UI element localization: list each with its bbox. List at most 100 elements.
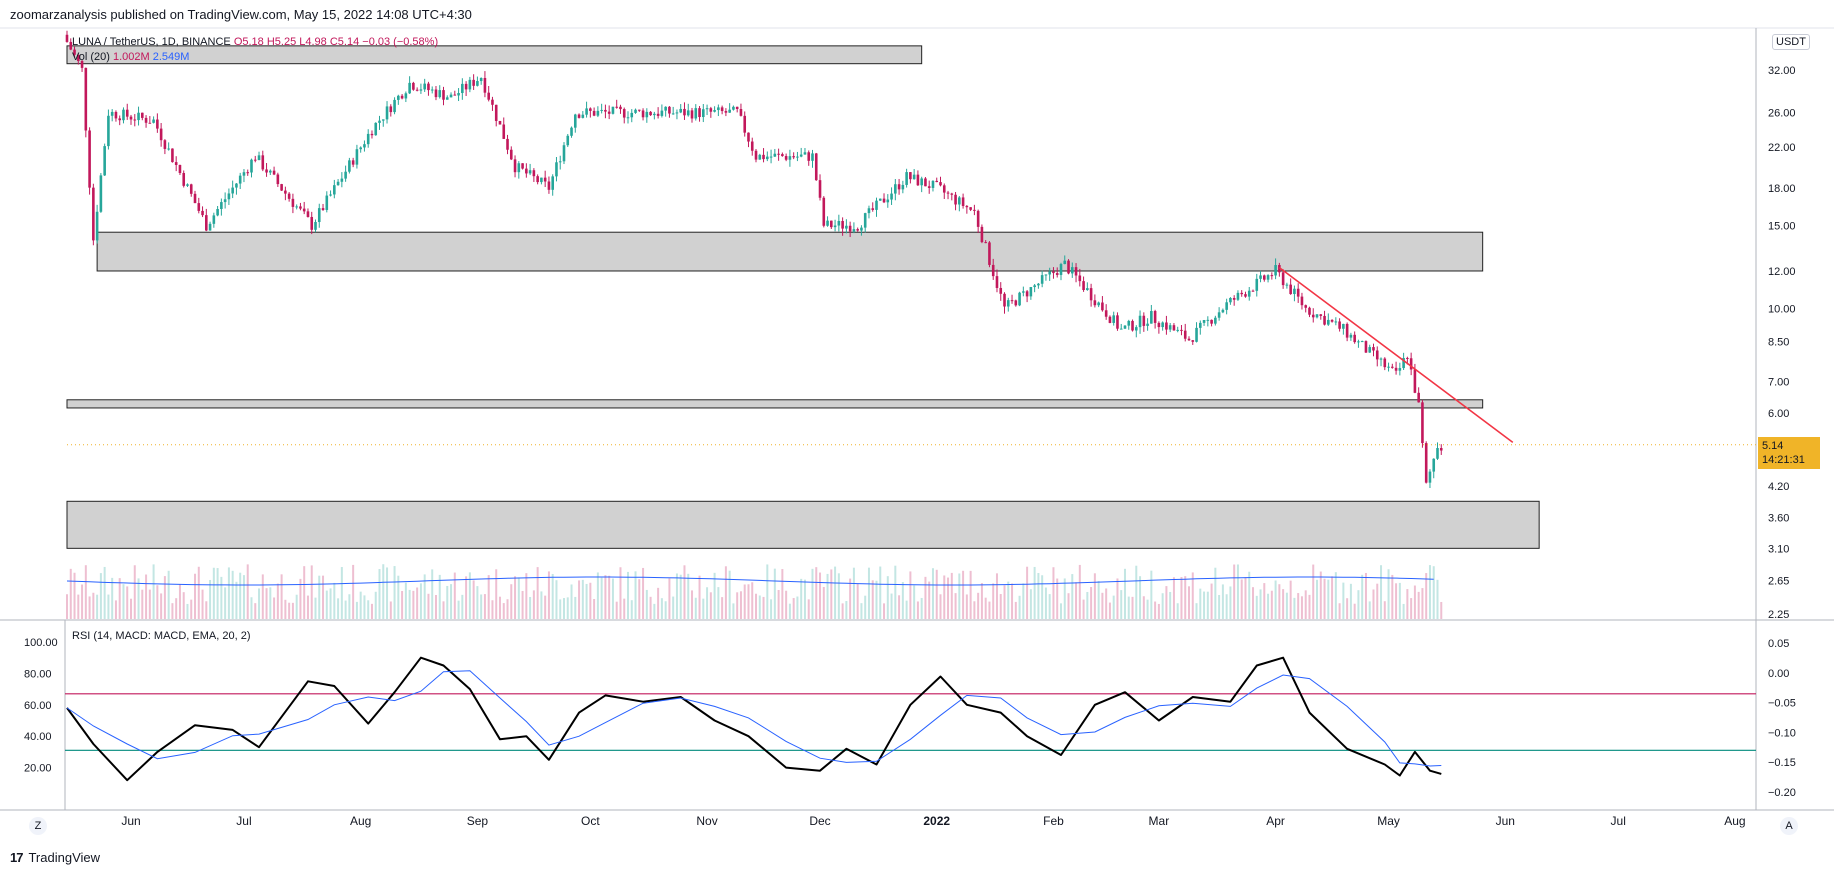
support-zone-2[interactable] bbox=[66, 399, 1484, 409]
candle-body[interactable] bbox=[1022, 291, 1025, 293]
candle-body[interactable] bbox=[724, 111, 728, 113]
candle-body[interactable] bbox=[397, 95, 400, 100]
candle-body[interactable] bbox=[852, 229, 856, 232]
candle-body[interactable] bbox=[257, 155, 261, 161]
candle-body[interactable] bbox=[99, 175, 103, 212]
candle-body[interactable] bbox=[261, 155, 265, 170]
candle-body[interactable] bbox=[1187, 338, 1191, 341]
candle-body[interactable] bbox=[1360, 341, 1364, 343]
candle-body[interactable] bbox=[637, 109, 641, 111]
volume-label[interactable]: Vol (20) bbox=[72, 51, 110, 63]
candle-body[interactable] bbox=[1217, 312, 1221, 318]
candle-body[interactable] bbox=[1138, 315, 1142, 328]
candle-body[interactable] bbox=[137, 112, 140, 121]
candle-body[interactable] bbox=[573, 114, 577, 128]
candle-body[interactable] bbox=[461, 83, 464, 94]
candle-body[interactable] bbox=[472, 79, 475, 86]
candle-body[interactable] bbox=[581, 114, 585, 118]
candle-body[interactable] bbox=[1345, 323, 1349, 338]
candle-body[interactable] bbox=[525, 168, 528, 174]
candle-body[interactable] bbox=[1131, 320, 1134, 331]
candle-body[interactable] bbox=[777, 153, 780, 155]
candle-body[interactable] bbox=[792, 156, 795, 158]
candle-body[interactable] bbox=[619, 106, 622, 110]
candle-body[interactable] bbox=[1108, 316, 1112, 323]
candle-body[interactable] bbox=[897, 184, 901, 190]
candle-body[interactable] bbox=[498, 120, 502, 125]
candle-body[interactable] bbox=[863, 213, 867, 228]
candle-body[interactable] bbox=[1165, 322, 1168, 330]
candle-body[interactable] bbox=[1210, 319, 1213, 324]
candle-body[interactable] bbox=[668, 106, 671, 114]
candle-body[interactable] bbox=[1055, 273, 1059, 275]
candle-body[interactable] bbox=[799, 154, 803, 157]
candle-body[interactable] bbox=[223, 199, 227, 203]
candle-body[interactable] bbox=[743, 115, 747, 133]
candle-body[interactable] bbox=[954, 194, 957, 205]
candle-body[interactable] bbox=[103, 146, 106, 176]
candle-body[interactable] bbox=[1413, 369, 1417, 393]
candle-body[interactable] bbox=[487, 92, 490, 100]
candle-body[interactable] bbox=[427, 83, 430, 91]
candle-body[interactable] bbox=[570, 127, 573, 136]
candle-body[interactable] bbox=[107, 115, 110, 147]
candle-body[interactable] bbox=[1093, 300, 1097, 306]
candle-body[interactable] bbox=[1375, 350, 1379, 360]
currency-tag[interactable]: USDT bbox=[1772, 34, 1810, 50]
candle-body[interactable] bbox=[144, 117, 148, 123]
candle-body[interactable] bbox=[1327, 319, 1330, 325]
candle-body[interactable] bbox=[999, 287, 1003, 294]
candle-body[interactable] bbox=[905, 172, 908, 185]
candle-body[interactable] bbox=[65, 34, 69, 42]
candle-body[interactable] bbox=[901, 184, 905, 190]
candle-body[interactable] bbox=[163, 140, 167, 149]
candle-body[interactable] bbox=[931, 180, 935, 188]
candle-body[interactable] bbox=[1127, 320, 1131, 326]
candle-body[interactable] bbox=[1040, 275, 1044, 284]
candle-body[interactable] bbox=[1421, 402, 1424, 444]
candle-body[interactable] bbox=[1255, 278, 1259, 291]
candle-body[interactable] bbox=[781, 154, 784, 157]
candle-body[interactable] bbox=[1123, 325, 1127, 329]
candle-body[interactable] bbox=[664, 106, 667, 111]
candle-body[interactable] bbox=[250, 159, 253, 173]
candle-body[interactable] bbox=[1195, 327, 1198, 342]
candle-body[interactable] bbox=[235, 183, 238, 188]
candle-body[interactable] bbox=[577, 114, 581, 118]
candle-body[interactable] bbox=[709, 108, 713, 112]
candle-body[interactable] bbox=[1289, 284, 1292, 295]
candle-body[interactable] bbox=[1176, 329, 1180, 331]
candle-body[interactable] bbox=[536, 176, 539, 183]
candle-body[interactable] bbox=[1259, 275, 1262, 279]
candle-body[interactable] bbox=[389, 106, 393, 113]
candle-body[interactable] bbox=[118, 118, 122, 121]
candle-body[interactable] bbox=[317, 208, 321, 223]
candle-body[interactable] bbox=[370, 133, 374, 136]
candle-body[interactable] bbox=[494, 104, 498, 121]
candle-body[interactable] bbox=[1398, 368, 1402, 371]
candle-body[interactable] bbox=[1281, 272, 1285, 286]
candle-body[interactable] bbox=[1296, 288, 1300, 297]
candle-body[interactable] bbox=[856, 229, 859, 231]
candle-body[interactable] bbox=[860, 227, 863, 231]
candle-body[interactable] bbox=[302, 208, 306, 212]
candle-body[interactable] bbox=[1300, 296, 1304, 306]
candle-body[interactable] bbox=[1101, 302, 1104, 311]
candle-body[interactable] bbox=[532, 170, 536, 177]
candle-body[interactable] bbox=[830, 220, 833, 228]
candle-body[interactable] bbox=[758, 154, 762, 160]
candle-body[interactable] bbox=[788, 156, 792, 160]
candle-body[interactable] bbox=[803, 152, 807, 155]
candle-body[interactable] bbox=[592, 110, 596, 116]
candle-body[interactable] bbox=[875, 200, 878, 210]
candle-body[interactable] bbox=[1364, 341, 1368, 353]
candle-body[interactable] bbox=[1146, 323, 1149, 326]
candle-body[interactable] bbox=[600, 109, 603, 111]
candle-body[interactable] bbox=[306, 211, 310, 217]
candle-body[interactable] bbox=[321, 208, 325, 210]
candle-body[interactable] bbox=[1244, 294, 1247, 297]
candle-body[interactable] bbox=[491, 99, 494, 105]
candle-body[interactable] bbox=[641, 110, 645, 118]
chart-canvas[interactable]: 32.00 26.00 22.00 18.00 15.00 12.00 10.00 8.50 7… bbox=[0, 0, 1834, 875]
candle-body[interactable] bbox=[374, 122, 378, 136]
